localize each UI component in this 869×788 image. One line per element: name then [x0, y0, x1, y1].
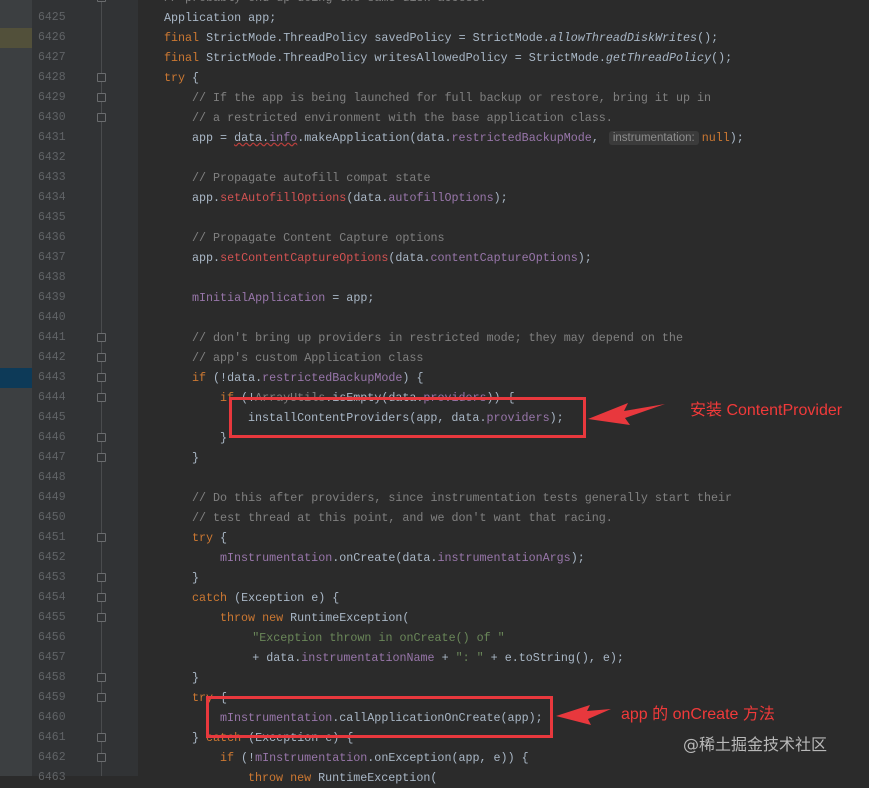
annotation-arrows [556, 403, 665, 725]
line-number: 6445 [38, 411, 66, 424]
line-number: 6452 [38, 551, 66, 564]
line-number: 6447 [38, 451, 66, 464]
line-number: 6426 [38, 31, 66, 44]
line-number: 6455 [38, 611, 66, 624]
fold-marker-icon[interactable] [97, 613, 106, 622]
line-number: 6442 [38, 351, 66, 364]
line-number: 6450 [38, 511, 66, 524]
fold-marker-icon[interactable] [97, 573, 106, 582]
fold-marker-icon[interactable] [97, 693, 106, 702]
fold-marker-icon[interactable] [97, 93, 106, 102]
line-number: 6453 [38, 571, 66, 584]
fold-marker-icon[interactable] [97, 353, 106, 362]
line-number: 6448 [38, 471, 66, 484]
fold-marker-icon[interactable] [97, 453, 106, 462]
fold-marker-icon[interactable] [97, 113, 106, 122]
line-number: 6446 [38, 431, 66, 444]
fold-marker-icon[interactable] [97, 433, 106, 442]
line-number: 6462 [38, 751, 66, 764]
line-number: 6430 [38, 111, 66, 124]
line-number: 6431 [38, 131, 66, 144]
line-number: 6439 [38, 291, 66, 304]
line-number: 6460 [38, 711, 66, 724]
fold-marker-icon[interactable] [97, 73, 106, 82]
line-number: 6461 [38, 731, 66, 744]
fold-marker-icon[interactable] [97, 533, 106, 542]
line-number: 6435 [38, 211, 66, 224]
fold-marker-icon[interactable] [97, 753, 106, 762]
line-number: 6456 [38, 631, 66, 644]
line-number: 6429 [38, 91, 66, 104]
line-number: 6444 [38, 391, 66, 404]
line-number: 6451 [38, 531, 66, 544]
line-number: 6437 [38, 251, 66, 264]
watermark: @稀土掘金技术社区 [683, 735, 828, 754]
fold-marker-icon[interactable] [97, 0, 106, 2]
fold-marker-icon[interactable] [97, 393, 106, 402]
annotation-install-contentprovider: 安装 ContentProvider [690, 402, 843, 419]
line-number: 6428 [38, 71, 66, 84]
line-number: 6463 [38, 771, 66, 784]
fold-marker-icon[interactable] [97, 373, 106, 382]
fold-marker-icon[interactable] [97, 333, 106, 342]
line-number: 6427 [38, 51, 66, 64]
fold-marker-icon[interactable] [97, 733, 106, 742]
line-number: 6459 [38, 691, 66, 704]
arrow-icon [556, 705, 611, 725]
line-number: 6424 [38, 0, 68, 8]
fold-marker-icon[interactable] [97, 593, 106, 602]
line-number: 6433 [38, 171, 66, 184]
line-number: 6443 [38, 371, 66, 384]
fold-marker-icon[interactable] [97, 673, 106, 682]
arrow-icon [588, 403, 665, 425]
line-number: 6454 [38, 591, 66, 604]
line-number: 6458 [38, 671, 66, 684]
line-number: 6440 [38, 311, 66, 324]
line-number: 6457 [38, 651, 66, 664]
line-number: 6425 [38, 11, 66, 24]
line-number: 6438 [38, 271, 66, 284]
annotation-app-oncreate: app 的 onCreate 方法 [621, 706, 775, 723]
line-number: 6449 [38, 491, 66, 504]
line-number: 6441 [38, 331, 66, 344]
line-number: 6434 [38, 191, 66, 204]
line-number: 6432 [38, 151, 66, 164]
line-number: 6436 [38, 231, 66, 244]
